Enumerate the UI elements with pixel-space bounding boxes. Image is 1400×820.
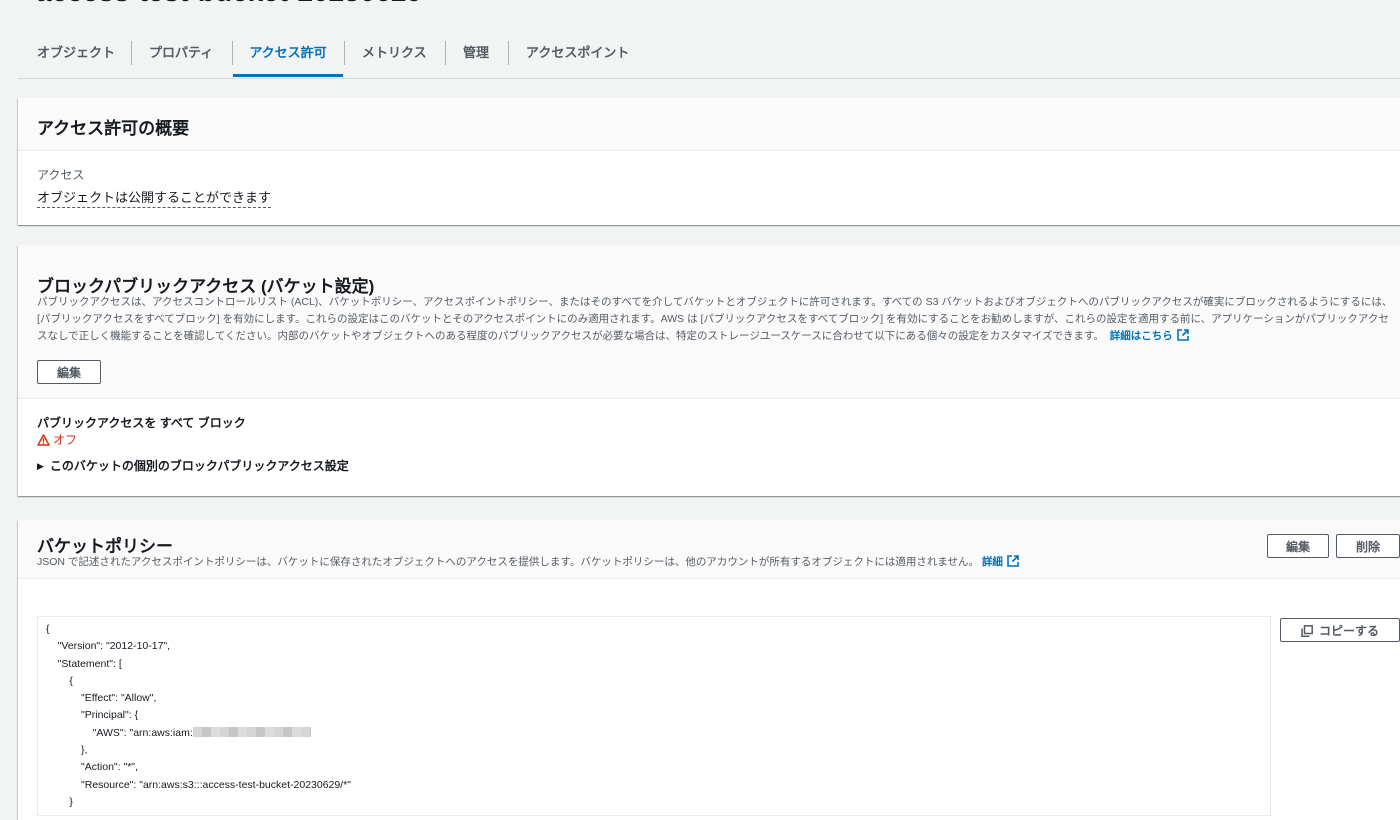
tab-divider xyxy=(508,41,509,65)
code-line: }, xyxy=(46,744,88,757)
caret-right-icon: ▶ xyxy=(37,461,44,471)
learn-more-link[interactable]: 詳細 xyxy=(981,555,1019,568)
panel-header: バケットポリシー JSON で記述されたアクセスポイントポリシーは、バケットに保… xyxy=(18,520,1400,579)
access-value[interactable]: オブジェクトは公開することができます xyxy=(37,187,272,208)
tab-metrics[interactable]: メトリクス xyxy=(362,28,427,76)
copy-label: コピーする xyxy=(1318,624,1379,638)
code-line: "Effect": "Allow", xyxy=(46,692,157,705)
description-text: JSON で記述されたアクセスポイントポリシーは、バケットに保存されたオブジェク… xyxy=(37,556,980,568)
access-label: アクセス xyxy=(37,168,85,182)
block-all-public-access-label: パブリックアクセスを すべて ブロック xyxy=(37,416,246,430)
code-line: { xyxy=(46,623,50,635)
page-title: access-test-bucket-20230629 xyxy=(36,0,422,8)
tab-divider xyxy=(131,41,132,65)
policy-code: { "Version": "2012-10-17", "Statement": … xyxy=(38,617,1270,811)
panel-header: ブロックパブリックアクセス (バケット設定) パブリックアクセスは、アクセスコン… xyxy=(18,245,1400,399)
tab-objects[interactable]: オブジェクト xyxy=(37,28,115,76)
warning-icon xyxy=(37,434,50,449)
code-line: "Statement": [ xyxy=(46,657,122,670)
overview-title: アクセス許可の概要 xyxy=(37,119,190,138)
block-public-access-edit-button[interactable]: 編集 xyxy=(37,360,101,384)
permissions-overview-panel: アクセス許可の概要 アクセス オブジェクトは公開することができます xyxy=(18,98,1400,225)
external-link-icon xyxy=(1007,555,1019,573)
block-all-status: オフ xyxy=(37,431,77,449)
code-line: "Version": "2012-10-17", xyxy=(46,640,171,653)
bucket-policy-panel: バケットポリシー JSON で記述されたアクセスポイントポリシーは、バケットに保… xyxy=(18,520,1400,820)
panel-header: アクセス許可の概要 xyxy=(18,98,1400,151)
redacted-account-id xyxy=(192,726,311,737)
bucket-policy-description: JSON で記述されたアクセスポイントポリシーは、バケットに保存されたオブジェク… xyxy=(37,554,1237,573)
tab-divider xyxy=(344,41,345,65)
external-link-icon xyxy=(1176,329,1189,347)
code-line: "Resource": "arn:aws:s3:::access-test-bu… xyxy=(46,778,351,791)
learn-more-label: 詳細はこちら xyxy=(1109,330,1173,342)
code-line: "Action": "*", xyxy=(46,761,138,774)
tab-divider xyxy=(445,41,446,65)
code-line: { xyxy=(46,674,73,687)
tab-access-points[interactable]: アクセスポイント xyxy=(526,28,629,76)
description-text: パブリックアクセスは、アクセスコントロールリスト (ACL)、バケットポリシー、… xyxy=(37,296,1393,342)
bucket-policy-json-viewer: { "Version": "2012-10-17", "Statement": … xyxy=(37,616,1271,816)
code-line: "Principal": { xyxy=(46,709,139,722)
bucket-policy-edit-button[interactable]: 編集 xyxy=(1267,534,1329,558)
tab-management[interactable]: 管理 xyxy=(463,28,489,76)
block-public-access-description: パブリックアクセスは、アクセスコントロールリスト (ACL)、バケットポリシー、… xyxy=(37,294,1397,347)
tab-properties[interactable]: プロパティ xyxy=(149,28,213,76)
block-all-status-text: オフ xyxy=(53,433,78,447)
copy-policy-button[interactable]: コピーする xyxy=(1280,618,1400,642)
tab-permissions[interactable]: アクセス許可 xyxy=(233,28,343,77)
tab-bar: オブジェクト プロパティ アクセス許可 メトリクス 管理 アクセスポイント xyxy=(18,28,1400,79)
code-line: "AWS": "arn:aws:iam: xyxy=(46,726,193,739)
block-public-access-panel: ブロックパブリックアクセス (バケット設定) パブリックアクセスは、アクセスコン… xyxy=(18,245,1400,496)
learn-more-link[interactable]: 詳細はこちら xyxy=(1107,329,1189,342)
learn-more-label: 詳細 xyxy=(981,556,1003,568)
bucket-policy-delete-button[interactable]: 削除 xyxy=(1336,534,1400,558)
expander-label: このバケットの個別のブロックパブリックアクセス設定 xyxy=(49,459,349,473)
code-line: } xyxy=(46,795,73,808)
copy-icon xyxy=(1301,621,1313,645)
individual-settings-expander[interactable]: ▶ このバケットの個別のブロックパブリックアクセス設定 xyxy=(37,457,349,474)
